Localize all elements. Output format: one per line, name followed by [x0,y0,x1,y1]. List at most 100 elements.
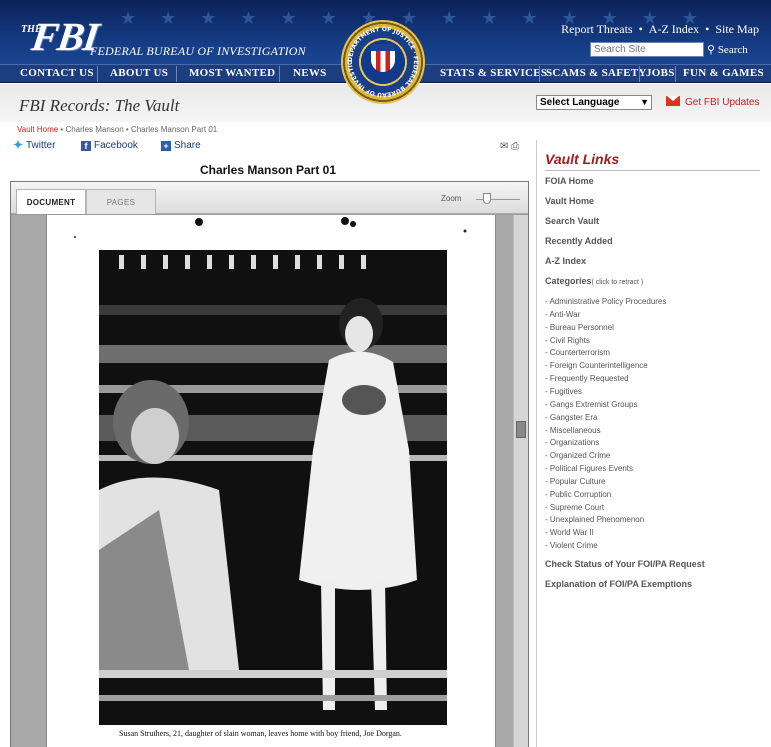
report-threats-link[interactable]: Report Threats [561,22,632,36]
document-page: Associated Press Wirephoto Susan Struthe… [46,215,496,747]
nav-fun-games[interactable]: FUN & GAMES [683,67,764,79]
page-top-marks [74,217,467,238]
chevron-down-icon: ▼ [640,97,649,107]
search-icon: ⚲ [707,44,716,56]
search-button[interactable]: ⚲ Search [707,43,748,56]
seal-shield [371,44,395,72]
tab-document[interactable]: DOCUMENT [16,189,86,214]
print-icon[interactable]: ⎙ [511,141,519,152]
vault-links-rule [545,170,760,171]
vault-links-title: Vault Links [545,151,620,167]
facebook-share-link[interactable]: f Facebook [81,140,138,151]
twitter-icon: ✦ [13,138,24,152]
page-area[interactable]: Associated Press Wirephoto Susan Struthe… [11,215,513,747]
zoom-slider-handle[interactable] [483,193,492,204]
vault-link-recently-added[interactable]: Recently Added [545,236,613,246]
nav-separator [176,66,177,82]
category-unexplained-phenomenon[interactable]: - Unexplained Phenomenon [545,515,644,524]
category-organizations[interactable]: - Organizations [545,438,599,447]
language-select-value: Select Language [540,97,620,108]
category-supreme-court[interactable]: - Supreme Court [545,503,604,512]
category-miscellaneous[interactable]: - Miscellaneous [545,426,601,435]
photo-caption: Susan Struthers, 21, daughter of slain w… [119,729,402,738]
site-map-link[interactable]: Site Map [715,22,759,36]
facebook-label: Facebook [94,140,138,151]
nav-jobs[interactable]: JOBS [646,67,675,79]
breadcrumb-current: Charles Manson Part 01 [130,125,218,134]
nav-separator [675,66,676,82]
az-index-link[interactable]: A-Z Index [649,22,699,36]
vault-link-explanation-of-foi-pa-exemptions[interactable]: Explanation of FOI/PA Exemptions [545,579,692,589]
envelope-icon [666,96,680,106]
document-title: Charles Manson Part 01 [199,163,337,177]
document-photo [99,250,447,725]
category-counterterrorism[interactable]: - Counterterrorism [545,348,610,357]
categories-toggle[interactable]: Categories( click to retract ) [545,276,643,286]
fbi-seal[interactable]: DEPARTMENT OF JUSTICE · FEDERAL BUREAU O… [341,20,425,104]
category-administrative-policy-procedures[interactable]: - Administrative Policy Procedures [545,297,666,306]
page-title: FBI Records: The Vault [19,96,180,115]
category-public-corruption[interactable]: - Public Corruption [545,490,611,499]
tab-pages[interactable]: PAGES [86,189,156,214]
nav-about-us[interactable]: ABOUT US [110,67,168,79]
nav-separator [279,66,280,82]
language-select[interactable]: Select Language ▼ [536,95,652,110]
nav-contact-us[interactable]: CONTACT US [20,67,94,79]
search-button-label: Search [717,44,748,56]
category-civil-rights[interactable]: - Civil Rights [545,336,590,345]
category-frequently-requested[interactable]: - Frequently Requested [545,374,629,383]
category-foreign-counterintelligence[interactable]: - Foreign Counterintelligence [545,361,648,370]
category-bureau-personnel[interactable]: - Bureau Personnel [545,323,614,332]
zoom-label: Zoom [441,194,462,203]
category-fugitives[interactable]: - Fugitives [545,387,582,396]
sidebar-divider [536,140,537,747]
scrollbar-thumb[interactable] [516,421,526,438]
plus-icon: + [161,141,171,151]
category-political-figures-events[interactable]: - Political Figures Events [545,464,633,473]
photo-credit: Associated Press Wirephoto [387,720,432,725]
category-popular-culture[interactable]: - Popular Culture [545,477,605,486]
email-icon[interactable]: ✉ [500,141,508,152]
top-links: Report Threats • A-Z Index • Site Map [561,22,759,37]
breadcrumb-charles-manson[interactable]: Charles Manson [65,125,123,134]
viewer-scrollbar[interactable] [513,215,528,747]
vault-link-a-z-index[interactable]: A-Z Index [545,256,586,266]
logo-subtitle: FEDERAL BUREAU OF INVESTIGATION [90,44,306,58]
category-violent-crime[interactable]: - Violent Crime [545,541,598,550]
category-organized-crime[interactable]: - Organized Crime [545,451,610,460]
category-world-war-ii[interactable]: - World War II [545,528,594,537]
share-link[interactable]: + Share [161,140,201,151]
document-viewer: DOCUMENT PAGES Zoom Associated Press Wir… [10,181,529,747]
category-anti-war[interactable]: - Anti-War [545,310,580,319]
nav-separator [539,66,540,82]
viewer-toolbar: DOCUMENT PAGES Zoom [11,182,528,214]
vault-link-search-vault[interactable]: Search Vault [545,216,599,226]
vault-link-foia-home[interactable]: FOIA Home [545,176,594,186]
categories-hint: ( click to retract ) [591,279,644,286]
categories-label: Categories [545,276,592,286]
nav-most-wanted[interactable]: MOST WANTED [189,67,275,79]
facebook-icon: f [81,141,91,151]
vault-link-vault-home[interactable]: Vault Home [545,196,594,206]
link-separator: • [705,22,710,36]
twitter-label: Twitter [26,140,56,151]
search-input[interactable] [590,42,704,57]
mail-print-tools: ✉ ⎙ [500,141,519,152]
breadcrumb-vault-home[interactable]: Vault Home [17,125,58,134]
nav-separator [97,66,98,82]
breadcrumb: Vault Home • Charles Manson • Charles Ma… [17,125,217,134]
vault-link-check-status-of-your-foi-pa-request[interactable]: Check Status of Your FOI/PA Request [545,559,705,569]
nav-stats-services[interactable]: STATS & SERVICES [440,67,547,79]
share-label: Share [174,140,201,151]
breadcrumb-separator: • [123,125,131,134]
photo-image [99,250,447,725]
twitter-share-link[interactable]: ✦ Twitter [13,138,56,152]
nav-separator [639,66,640,82]
category-gangster-era[interactable]: - Gangster Era [545,413,597,422]
nav-scams-safety[interactable]: SCAMS & SAFETY [546,67,647,79]
link-separator: • [638,22,643,36]
get-fbi-updates-link[interactable]: Get FBI Updates [666,96,759,108]
updates-label: Get FBI Updates [685,97,760,108]
nav-news[interactable]: NEWS [293,67,327,79]
category-gangs-extremist-groups[interactable]: - Gangs Extremist Groups [545,400,637,409]
